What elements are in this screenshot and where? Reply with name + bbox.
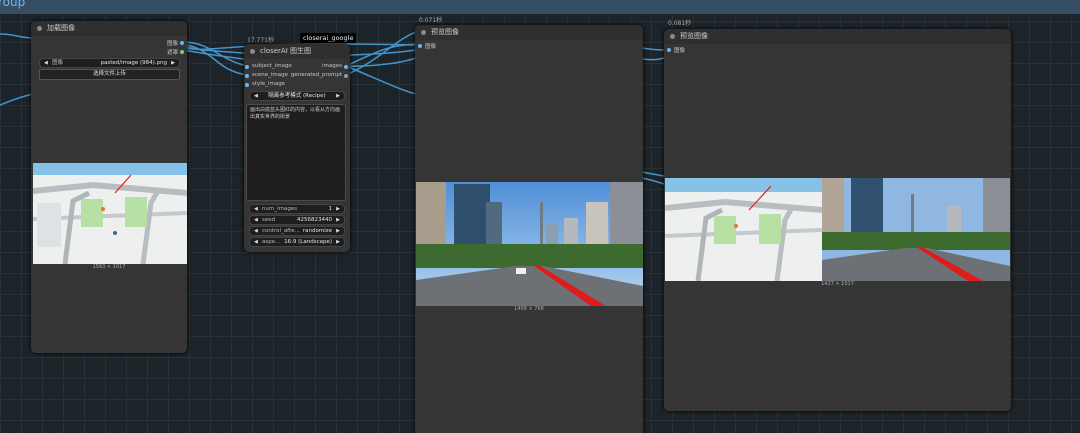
execution-time: 17.771秒 xyxy=(247,37,274,44)
input-scene-label: scene_image xyxy=(252,72,289,78)
side-by-side-preview-image xyxy=(665,178,1010,281)
wire xyxy=(641,57,665,61)
widget-name: aspe... xyxy=(262,239,281,245)
arrow-right-icon[interactable]: ▶ xyxy=(336,92,340,100)
upload-button[interactable]: 选择文件上传 xyxy=(39,69,180,80)
arrow-right-icon[interactable]: ▶ xyxy=(336,205,340,213)
output-images-label: images xyxy=(322,63,342,69)
widget-value: 1 xyxy=(328,206,333,212)
preview-image-node-2[interactable]: 预览图像 图像 1427 × 1017 xyxy=(664,29,1011,411)
wire xyxy=(641,171,665,177)
input-subject-label: subject_image xyxy=(252,63,292,69)
prompt-textarea[interactable]: 画出白底蓝头图红的内容，以看从方向画出真实世界的街景 xyxy=(246,104,346,201)
preview-image-node-1[interactable]: 预览图像 图像 1408 × 768 xyxy=(415,25,643,433)
wire xyxy=(0,33,34,39)
input-image-label: 图像 xyxy=(425,44,437,50)
input-image-socket[interactable] xyxy=(418,44,422,48)
output-mask-label: 遮罩 xyxy=(166,50,178,56)
wire xyxy=(641,177,665,185)
control-after-widget[interactable]: ◀ control_afte... randomize ▶ xyxy=(249,226,345,236)
widget-value: pasted/image (984).png xyxy=(100,60,168,66)
widget-value: 16:9 (Landscape) xyxy=(284,239,332,245)
node-badge: closerai_google xyxy=(300,33,357,43)
widget-name: 图像 xyxy=(52,60,64,66)
input-scene-socket[interactable] xyxy=(245,74,249,78)
node-title: 预览图像 xyxy=(680,32,708,40)
node-title-bar[interactable]: 预览图像 xyxy=(415,25,643,40)
arrow-right-icon[interactable]: ▶ xyxy=(336,216,340,224)
output-mask-socket[interactable] xyxy=(180,50,184,54)
output-prompt-label: generated_prompt xyxy=(290,72,342,78)
output-image-socket[interactable] xyxy=(180,41,184,45)
arrow-right-icon[interactable]: ▶ xyxy=(171,59,175,67)
widget-value: 4256823440 xyxy=(297,217,332,223)
aspect-ratio-widget[interactable]: ◀ aspe... 16:9 (Landscape) ▶ xyxy=(249,237,345,247)
wire xyxy=(182,41,248,67)
arrow-left-icon[interactable]: ◀ xyxy=(254,205,258,213)
street-preview-image xyxy=(416,182,643,306)
input-image-label: 图像 xyxy=(674,48,686,54)
execution-time: 0.071秒 xyxy=(419,17,443,24)
image-size-caption: 1408 × 768 xyxy=(514,306,544,312)
collapse-dot-icon[interactable] xyxy=(37,26,42,31)
mode-value: 隔离参考模式 (Recipe) xyxy=(268,93,326,99)
widget-name: num_images xyxy=(262,206,298,212)
widget-value: randomize xyxy=(302,228,332,234)
collapse-dot-icon[interactable] xyxy=(250,49,255,54)
output-prompt-socket[interactable] xyxy=(344,74,348,78)
arrow-left-icon[interactable]: ◀ xyxy=(254,238,258,246)
load-image-node[interactable]: 加载图像 图像 遮罩 ◀ 图像 pasted/image (984).png ▶… xyxy=(31,21,187,353)
image-size-caption: 1427 × 1017 xyxy=(821,281,854,287)
wire xyxy=(345,31,417,76)
arrow-left-icon[interactable]: ◀ xyxy=(254,227,258,235)
input-subject-socket[interactable] xyxy=(245,65,249,69)
node-title-bar[interactable]: 加载图像 xyxy=(31,21,187,36)
collapse-dot-icon[interactable] xyxy=(670,34,675,39)
seed-widget[interactable]: ◀ seed 4256823440 ▶ xyxy=(249,215,345,225)
image-size-caption: 1563 × 1017 xyxy=(92,264,126,270)
collapse-dot-icon[interactable] xyxy=(421,30,426,35)
image-select-widget[interactable]: ◀ 图像 pasted/image (984).png ▶ xyxy=(39,58,180,68)
widget-name: seed xyxy=(262,217,276,223)
arrow-right-icon[interactable]: ▶ xyxy=(336,227,340,235)
closerai-image-node[interactable]: closerAI 图生图 subject_image scene_image s… xyxy=(244,44,350,252)
input-style-label: style_image xyxy=(252,81,286,87)
output-image-label: 图像 xyxy=(166,41,178,47)
arrow-right-icon[interactable]: ▶ xyxy=(336,238,340,246)
mode-select-widget[interactable]: ◀ 隔离参考模式 (Recipe) ▶ xyxy=(249,91,345,101)
wire xyxy=(641,47,665,51)
wire xyxy=(0,93,34,106)
num-images-widget[interactable]: ◀ num_images 1 ▶ xyxy=(249,204,345,214)
arrow-left-icon[interactable]: ◀ xyxy=(44,59,48,67)
execution-time: 0.081秒 xyxy=(668,20,692,27)
node-title-bar[interactable]: closerAI 图生图 xyxy=(244,44,350,59)
node-title: closerAI 图生图 xyxy=(260,47,311,55)
node-title: 预览图像 xyxy=(431,28,459,36)
node-title-bar[interactable]: 预览图像 xyxy=(664,29,1011,44)
input-style-socket[interactable] xyxy=(245,83,249,87)
arrow-left-icon[interactable]: ◀ xyxy=(254,216,258,224)
output-images-socket[interactable] xyxy=(344,65,348,69)
widget-name: control_afte... xyxy=(262,228,300,234)
input-image-socket[interactable] xyxy=(667,48,671,52)
node-title: 加载图像 xyxy=(47,24,75,32)
loaded-map-image xyxy=(33,163,187,264)
